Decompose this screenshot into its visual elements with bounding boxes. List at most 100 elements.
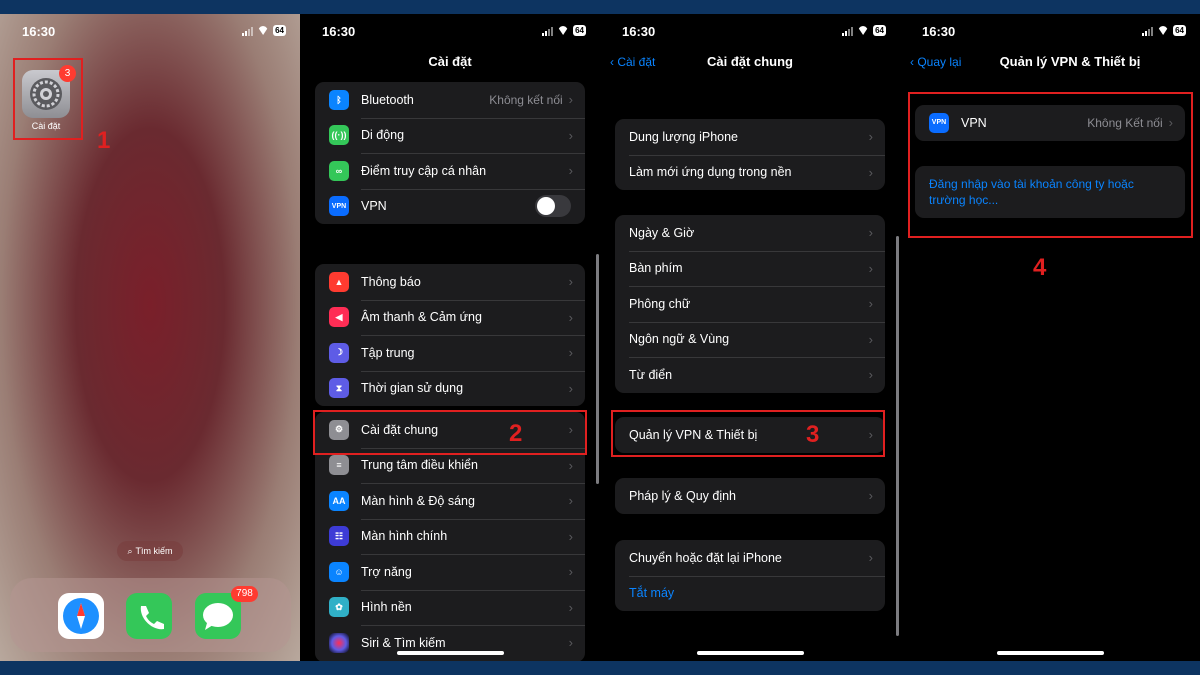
general-screen: 16:30 64 ‹ Cài đặt Cài đặt chung Dung lư… [600, 14, 900, 661]
chevron-right-icon: › [568, 457, 573, 473]
chevron-right-icon: › [568, 309, 573, 325]
signal-icon [1142, 26, 1154, 36]
chevron-right-icon: › [868, 367, 873, 383]
vpn-icon: VPN [329, 196, 349, 217]
grid-icon: ☷ [329, 526, 349, 547]
vpn-toggle[interactable] [535, 195, 571, 218]
general-group-locale: Ngày & Giờ › Bàn phím › Phông chữ › Ngôn ng… [615, 215, 885, 393]
row-legal[interactable]: Pháp lý & Quy định › [615, 478, 885, 514]
row-vpn: VPN VPN [315, 188, 585, 225]
chevron-right-icon: › [868, 225, 873, 241]
row-label: Từ điển [629, 367, 673, 382]
chevron-right-icon: › [568, 564, 573, 580]
switches-icon: ≡ [329, 455, 349, 476]
battery-icon: 64 [1173, 25, 1186, 36]
chevron-right-icon: › [868, 550, 873, 566]
hotspot-icon: ∞ [329, 160, 349, 181]
search-label: Tìm kiếm [135, 546, 173, 556]
spotlight-search[interactable]: ⌕ Tìm kiếm [117, 541, 183, 561]
row-language-region[interactable]: Ngôn ngữ & Vùng › [615, 321, 885, 358]
row-label: Âm thanh & Cảm ứng [361, 310, 482, 325]
row-label: Hình nền [361, 600, 412, 615]
signal-icon [842, 26, 854, 36]
antenna-icon: ((·)) [329, 125, 349, 146]
back-button[interactable]: ‹ Quay lại [910, 55, 961, 69]
chevron-right-icon: › [568, 493, 573, 509]
settings-group-connectivity: ᛒ Bluetooth Không kết nối › ((·)) Di độn… [315, 82, 585, 224]
status-time: 16:30 [622, 24, 656, 39]
row-keyboard[interactable]: Bàn phím › [615, 250, 885, 287]
chevron-right-icon: › [568, 599, 573, 615]
scrollbar[interactable] [596, 254, 599, 484]
status-time: 16:30 [922, 24, 956, 39]
battery-icon: 64 [273, 25, 286, 36]
home-indicator [997, 651, 1104, 655]
wifi-icon [557, 26, 569, 35]
text-size-icon: AA [329, 490, 349, 511]
row-shutdown[interactable]: Tắt máy [615, 575, 885, 612]
vpn-management-screen: 16:30 64 ‹ Quay lại Quản lý VPN & Thiết … [900, 14, 1200, 661]
bell-icon: ▲ [329, 271, 349, 292]
general-group-storage: Dung lượng iPhone › Làm mới ứng dụng tron… [615, 119, 885, 190]
row-notifications[interactable]: ▲ Thông báo › [315, 264, 585, 300]
status-bar: 16:30 64 [600, 24, 900, 40]
chevron-right-icon: › [568, 380, 573, 396]
step-number: 3 [806, 421, 820, 448]
row-label: Pháp lý & Quy định [629, 488, 737, 503]
row-accessibility[interactable]: ☺ Trợ năng › [315, 554, 585, 590]
row-label: Bàn phím [629, 261, 683, 276]
shutdown-link: Tắt máy [629, 586, 675, 601]
row-hotspot[interactable]: ∞ Điểm truy cập cá nhân › [315, 153, 585, 189]
row-display[interactable]: AA Màn hình & Độ sáng › [315, 483, 585, 519]
signal-icon [542, 26, 554, 36]
chevron-right-icon: › [868, 331, 873, 347]
chevron-right-icon: › [568, 163, 573, 179]
row-label: Di động [361, 128, 405, 143]
status-bar: 16:30 64 [900, 24, 1200, 40]
row-sounds[interactable]: ◀ Âm thanh & Cảm ứng › [315, 299, 585, 336]
general-group-legal: Pháp lý & Quy định › [615, 478, 885, 514]
row-label: Thông báo [361, 274, 421, 289]
highlight-box [611, 410, 885, 457]
wifi-icon [857, 26, 869, 35]
row-date-time[interactable]: Ngày & Giờ › [615, 215, 885, 251]
row-label: Tập trung [361, 345, 415, 360]
row-transfer-reset[interactable]: Chuyển hoặc đặt lại iPhone › [615, 540, 885, 576]
row-screen-time[interactable]: ⧗ Thời gian sử dụng › [315, 370, 585, 407]
back-button[interactable]: ‹ Cài đặt [610, 55, 655, 69]
back-label: Cài đặt [617, 55, 656, 69]
row-cellular[interactable]: ((·)) Di động › [315, 117, 585, 154]
chevron-right-icon: › [568, 345, 573, 361]
scrollbar[interactable] [896, 236, 899, 636]
row-bluetooth[interactable]: ᛒ Bluetooth Không kết nối › [315, 82, 585, 118]
row-value: Không kết nối [489, 92, 563, 107]
back-label: Quay lại [917, 55, 962, 69]
page-title: Cài đặt chung [707, 54, 793, 69]
row-siri[interactable]: Siri & Tìm kiếm › [315, 625, 585, 661]
chevron-right-icon: › [568, 92, 573, 108]
row-iphone-storage[interactable]: Dung lượng iPhone › [615, 119, 885, 155]
hourglass-icon: ⧗ [329, 378, 349, 399]
row-background-refresh[interactable]: Làm mới ứng dụng trong nền › [615, 154, 885, 191]
moon-icon: ☽ [329, 342, 349, 363]
chevron-right-icon: › [568, 528, 573, 544]
row-dictionary[interactable]: Từ điển › [615, 357, 885, 393]
row-focus[interactable]: ☽ Tập trung › [315, 335, 585, 371]
flower-icon: ✿ [329, 597, 349, 618]
home-indicator [397, 651, 504, 655]
row-fonts[interactable]: Phông chữ › [615, 286, 885, 322]
row-wallpaper[interactable]: ✿ Hình nền › [315, 589, 585, 626]
chevron-right-icon: › [868, 296, 873, 312]
row-label: Trợ năng [361, 564, 412, 579]
step-number: 1 [97, 127, 111, 154]
nav-bar: ‹ Cài đặt Cài đặt chung [600, 54, 900, 76]
accessibility-icon: ☺ [329, 561, 349, 582]
safari-icon[interactable] [58, 593, 104, 639]
search-icon: ⌕ [127, 545, 133, 556]
row-label: Siri & Tìm kiếm [361, 635, 446, 650]
row-home-screen[interactable]: ☷ Màn hình chính › [315, 518, 585, 555]
phone-icon[interactable] [126, 593, 172, 639]
dock: 798 [10, 578, 291, 652]
wifi-icon [257, 26, 269, 35]
row-label: Chuyển hoặc đặt lại iPhone [629, 550, 782, 565]
